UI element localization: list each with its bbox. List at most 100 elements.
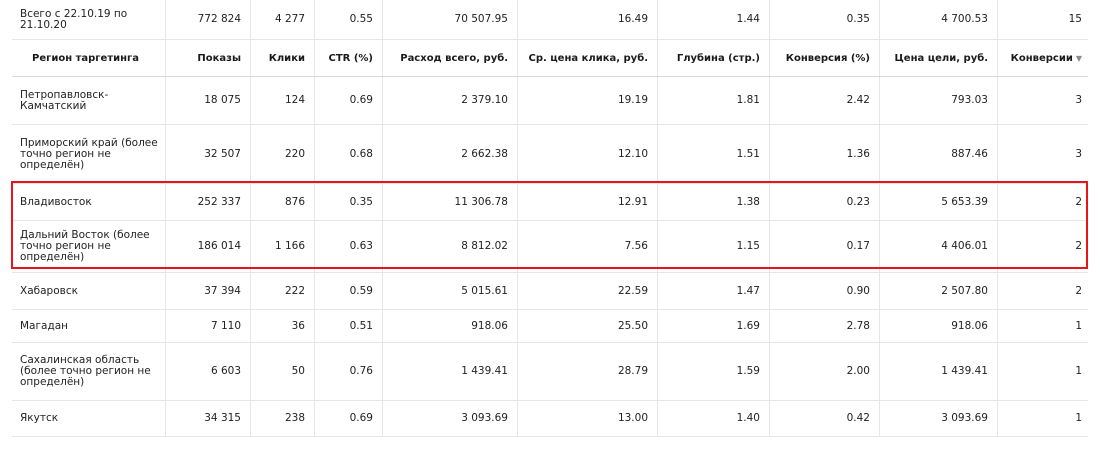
conversion-rate-cell: 0.42 (770, 401, 880, 436)
ctr-cell: 0.63 (315, 221, 383, 272)
ctr-cell: 0.35 (315, 184, 383, 220)
goal-cost-cell: 793.03 (880, 77, 998, 124)
header-goal-cost[interactable]: Цена цели, руб. (880, 40, 998, 76)
spend-cell: 3 093.69 (383, 401, 518, 436)
clicks-cell: 220 (251, 125, 315, 183)
impressions-cell: 34 315 (166, 401, 251, 436)
table-row: Петропавловск-Камчатский 18 075 124 0.69 2 3… (12, 77, 1088, 125)
region-name-cell: Дальний Восток (более точно регион не оп… (12, 221, 166, 272)
conversion-rate-cell: 2.42 (770, 77, 880, 124)
conversion-rate-cell: 0.17 (770, 221, 880, 272)
spend-cell: 918.06 (383, 310, 518, 342)
clicks-cell: 124 (251, 77, 315, 124)
table-row: Хабаровск 37 394 222 0.59 5 015.61 22.59 1.47 0… (12, 273, 1088, 310)
header-clicks[interactable]: Клики (251, 40, 315, 76)
impressions-cell: 32 507 (166, 125, 251, 183)
region-name-cell: Приморский край (более точно регион не о… (12, 125, 166, 183)
conversion-rate-cell: 2.00 (770, 343, 880, 400)
ctr-cell: 0.51 (315, 310, 383, 342)
goal-cost-cell: 1 439.41 (880, 343, 998, 400)
spend-cell: 2 379.10 (383, 77, 518, 124)
depth-cell: 1.38 (658, 184, 770, 220)
total-impressions: 772 824 (166, 0, 251, 39)
conversions-cell: 1 (1075, 319, 1082, 332)
total-row: Всего с 22.10.19 по 21.10.20 772 824 4 2… (12, 0, 1088, 40)
depth-cell: 1.15 (658, 221, 770, 272)
total-spend: 70 507.95 (383, 0, 518, 39)
region-name: Якутск (20, 412, 59, 424)
impressions-cell: 18 075 (166, 77, 251, 124)
region-name: Приморский край (более точно регион не о… (20, 136, 158, 171)
region-name-cell: Петропавловск-Камчатский (12, 77, 166, 124)
header-conversions[interactable]: Конверсии ▼ (998, 40, 1088, 76)
header-ctr[interactable]: CTR (%) (315, 40, 383, 76)
ctr-cell: 0.59 (315, 273, 383, 309)
table-row: Приморский край (более точно регион не о… (12, 125, 1088, 184)
header-region[interactable]: Регион таргетинга (12, 40, 166, 76)
table-row: Магадан 7 110 36 0.51 918.06 25.50 1.69 2.78 918… (12, 310, 1088, 343)
region-name: Владивосток (20, 195, 92, 208)
clicks-cell: 222 (251, 273, 315, 309)
conversions-cell: 2 (1075, 195, 1082, 208)
header-impressions[interactable]: Показы (166, 40, 251, 76)
header-avg-cpc[interactable]: Ср. цена клика, руб. (518, 40, 658, 76)
header-spend[interactable]: Расход всего, руб. (383, 40, 518, 76)
spend-cell: 11 306.78 (383, 184, 518, 220)
total-clicks: 4 277 (251, 0, 315, 39)
table-body: Петропавловск-Камчатский 18 075 124 0.69 2 3… (12, 77, 1088, 437)
depth-cell: 1.59 (658, 343, 770, 400)
total-avg-cpc: 16.49 (518, 0, 658, 39)
table-row: Сахалинская область (более точно регион … (12, 343, 1088, 401)
spend-cell: 8 812.02 (383, 221, 518, 272)
total-depth: 1.44 (658, 0, 770, 39)
header-depth[interactable]: Глубина (стр.) (658, 40, 770, 76)
goal-cost-cell: 887.46 (880, 125, 998, 183)
conversions-cell: 1 (1075, 365, 1082, 377)
clicks-cell: 238 (251, 401, 315, 436)
avg-cpc-cell: 25.50 (518, 310, 658, 342)
region-name-cell: Хабаровск (12, 273, 166, 309)
spend-cell: 2 662.38 (383, 125, 518, 183)
conversion-rate-cell: 0.23 (770, 184, 880, 220)
ctr-cell: 0.76 (315, 343, 383, 400)
total-period-label: Всего с 22.10.19 по 21.10.20 (12, 0, 166, 39)
ctr-cell: 0.69 (315, 401, 383, 436)
conversions-cell: 3 (1075, 94, 1082, 106)
total-goal-cost: 4 700.53 (880, 0, 998, 39)
conversion-rate-cell: 2.78 (770, 310, 880, 342)
header-conversion-rate[interactable]: Конверсия (%) (770, 40, 880, 76)
avg-cpc-cell: 7.56 (518, 221, 658, 272)
conversion-rate-cell: 0.90 (770, 273, 880, 309)
total-conversions: 15 (1068, 13, 1082, 25)
goal-cost-cell: 2 507.80 (880, 273, 998, 309)
depth-cell: 1.69 (658, 310, 770, 342)
total-conversion-rate: 0.35 (770, 0, 880, 39)
region-name: Дальний Восток (более точно регион не оп… (20, 229, 150, 263)
conversions-cell: 1 (1075, 412, 1082, 424)
region-name: Сахалинская область (более точно регион … (20, 354, 151, 388)
table-row: Дальний Восток (более точно регион не оп… (12, 221, 1088, 273)
region-name-cell: Владивосток (12, 184, 166, 220)
region-name: Петропавловск-Камчатский (20, 88, 109, 112)
region-name: Магадан (20, 319, 69, 332)
avg-cpc-cell: 28.79 (518, 343, 658, 400)
avg-cpc-cell: 13.00 (518, 401, 658, 436)
spend-cell: 1 439.41 (383, 343, 518, 400)
region-name-cell: Якутск (12, 401, 166, 436)
avg-cpc-cell: 12.10 (518, 125, 658, 183)
goal-cost-cell: 918.06 (880, 310, 998, 342)
sort-descending-icon[interactable]: ▼ (1076, 53, 1082, 64)
spend-cell: 5 015.61 (383, 273, 518, 309)
regions-report-table: Всего с 22.10.19 по 21.10.20 772 824 4 2… (12, 0, 1088, 437)
table-row: Якутск 34 315 238 0.69 3 093.69 13.00 1.40 0.42… (12, 401, 1088, 437)
goal-cost-cell: 5 653.39 (880, 184, 998, 220)
table-header-row: Регион таргетинга Показы Клики CTR (%) Р… (12, 40, 1088, 77)
ctr-cell: 0.69 (315, 77, 383, 124)
ctr-cell: 0.68 (315, 125, 383, 183)
conversions-cell: 2 (1075, 240, 1082, 252)
depth-cell: 1.81 (658, 77, 770, 124)
impressions-cell: 6 603 (166, 343, 251, 400)
region-name-cell: Сахалинская область (более точно регион … (12, 343, 166, 400)
goal-cost-cell: 3 093.69 (880, 401, 998, 436)
avg-cpc-cell: 12.91 (518, 184, 658, 220)
